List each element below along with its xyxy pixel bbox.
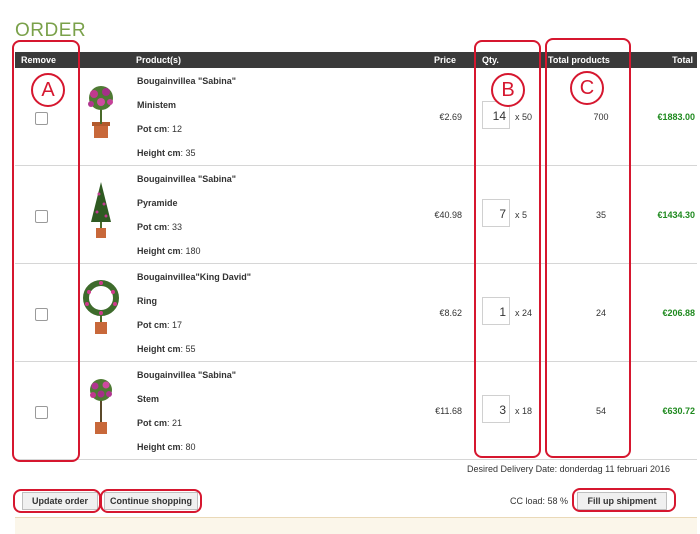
product-pot: Pot cm: 33 (137, 222, 182, 232)
row-total: €1883.00 (657, 112, 695, 122)
header-products: Product(s) (136, 55, 181, 65)
product-name: Bougainvillea "Sabina" (137, 370, 237, 380)
price: €8.62 (439, 308, 462, 318)
height-value: : 55 (180, 344, 196, 354)
height-label: Height cm (137, 246, 181, 256)
height-label: Height cm (137, 344, 181, 354)
annotation-label-c: C (570, 71, 604, 105)
pot-value: : 21 (167, 418, 183, 428)
pyramid-plant-image (91, 182, 111, 238)
pot-label: Pot cm (137, 320, 168, 330)
row-total: €630.72 (662, 406, 695, 416)
annotation-box-continue (100, 489, 202, 513)
annotation-label-a: A (31, 73, 65, 107)
product-name: Bougainvillea "Sabina" (137, 76, 237, 86)
height-value: : 80 (180, 442, 196, 452)
price: €2.69 (439, 112, 462, 122)
flowering-plant-image (88, 86, 113, 138)
product-name: Bougainvillea "Sabina" (137, 174, 237, 184)
annotation-label-b: B (491, 73, 525, 107)
product-height: Height cm: 180 (137, 246, 201, 256)
bottom-bar (15, 517, 697, 534)
row-total: €1434.30 (657, 210, 695, 220)
height-value: : 180 (180, 246, 201, 256)
pot-value: : 33 (167, 222, 183, 232)
pot-label: Pot cm (137, 222, 168, 232)
cc-load: CC load: 58 % (510, 496, 569, 506)
header-total: Total (672, 55, 693, 65)
annotation-box-fillup (572, 488, 676, 512)
product-variant: Ring (137, 296, 157, 306)
pot-label: Pot cm (137, 418, 168, 428)
annotation-box-update (13, 489, 101, 513)
product-pot: Pot cm: 12 (137, 124, 182, 134)
price: €40.98 (434, 210, 462, 220)
height-label: Height cm (137, 442, 181, 452)
header-price: Price (434, 55, 457, 65)
product-height: Height cm: 80 (137, 442, 196, 452)
product-height: Height cm: 55 (137, 344, 196, 354)
product-variant: Ministem (137, 100, 177, 110)
pot-value: : 17 (167, 320, 183, 330)
price: €11.68 (435, 406, 462, 416)
page-title: ORDER (15, 20, 87, 41)
row-total: €206.88 (662, 308, 695, 318)
product-name: Bougainvillea"King David" (137, 272, 252, 282)
pot-value: : 12 (167, 124, 183, 134)
product-variant: Stem (137, 394, 160, 404)
stem-plant-image (90, 379, 112, 434)
height-value: : 35 (180, 148, 196, 158)
product-variant: Pyramide (137, 198, 178, 208)
pot-label: Pot cm (137, 124, 168, 134)
delivery-date: Desired Delivery Date: donderdag 11 febr… (467, 464, 670, 474)
product-pot: Pot cm: 17 (137, 320, 182, 330)
height-label: Height cm (137, 148, 181, 158)
product-pot: Pot cm: 21 (137, 418, 182, 428)
ring-plant-image (83, 280, 119, 334)
product-height: Height cm: 35 (137, 148, 196, 158)
